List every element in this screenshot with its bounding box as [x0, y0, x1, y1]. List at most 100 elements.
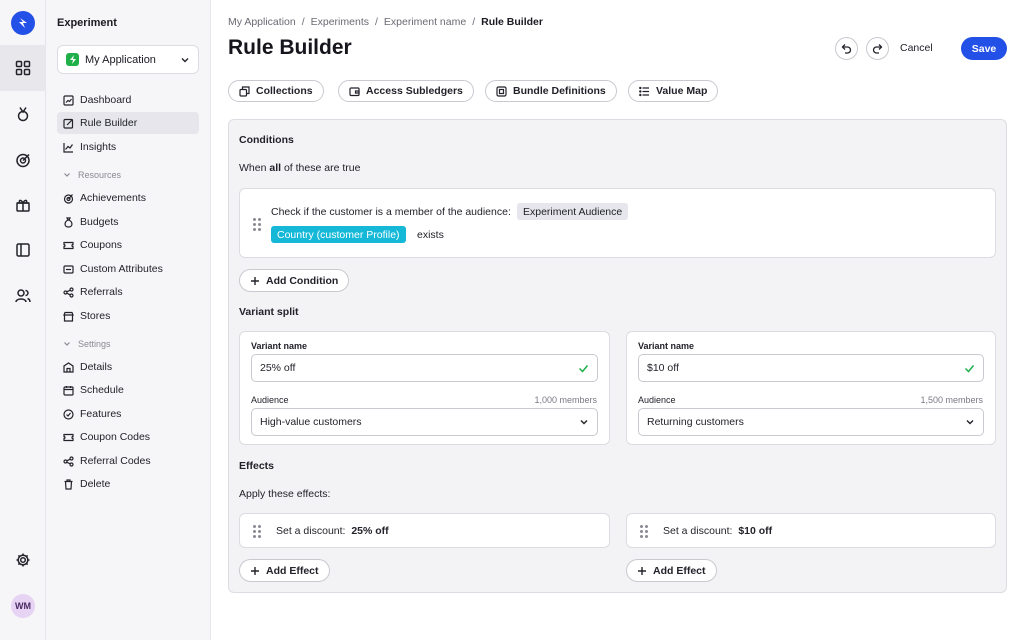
sidebar-item-referrals[interactable]: Referrals — [57, 281, 199, 303]
avatar[interactable]: WM — [11, 594, 35, 618]
section-resources[interactable]: Resources — [63, 170, 121, 180]
chart-line-icon — [63, 142, 73, 153]
effect-card: Set a discount: 25% off — [239, 513, 610, 548]
audience-select[interactable]: Returning customers — [638, 408, 984, 436]
condition-operator: exists — [417, 229, 444, 241]
sidebar-item-insights[interactable]: Insights — [57, 136, 199, 158]
breadcrumb: My Application / Experiments / Experimen… — [228, 16, 543, 28]
sidebar-item-label: Rule Builder — [80, 117, 138, 129]
attribute-tag[interactable]: Country (customer Profile) — [271, 226, 406, 243]
sidebar-item-coupons[interactable]: Coupons — [57, 234, 199, 256]
sidebar-item-label: Features — [80, 408, 122, 420]
gift-icon[interactable] — [0, 182, 46, 228]
breadcrumb-link[interactable]: My Application — [228, 16, 296, 28]
undo-button[interactable] — [835, 37, 858, 60]
users-icon[interactable] — [0, 273, 46, 319]
share-icon — [63, 286, 74, 298]
sidebar-item-achievements[interactable]: Achievements — [57, 187, 199, 209]
medal-icon[interactable] — [0, 91, 46, 137]
collections-button[interactable]: Collections — [228, 80, 324, 102]
apps-grid-icon[interactable] — [0, 45, 46, 91]
sidebar-item-label: Custom Attributes — [80, 263, 163, 275]
effect-text: Set a discount: 25% off — [276, 525, 389, 537]
check-icon — [578, 364, 589, 373]
sidebar-item-stores[interactable]: Stores — [57, 305, 199, 327]
achievement-icon — [63, 193, 74, 204]
audience-label: Audience — [251, 395, 289, 405]
condition-card: Check if the customer is a member of the… — [239, 188, 996, 258]
page-title: Rule Builder — [228, 36, 352, 59]
effect-card: Set a discount: $10 off — [626, 513, 996, 548]
store-icon — [63, 311, 74, 322]
breadcrumb-current: Rule Builder — [481, 16, 543, 28]
breadcrumb-link[interactable]: Experiments — [311, 16, 369, 28]
variant-split-heading: Variant split — [239, 306, 299, 318]
variant-card: Variant name 25% off Audience 1,000 memb… — [239, 331, 610, 445]
drag-handle-icon[interactable] — [253, 525, 261, 538]
value-map-button[interactable]: Value Map — [628, 80, 719, 102]
chevron-down-icon — [64, 342, 70, 346]
sidebar-item-dashboard[interactable]: Dashboard — [57, 89, 199, 111]
redo-button[interactable] — [866, 37, 889, 60]
add-effect-button[interactable]: Add Effect — [239, 559, 330, 582]
add-condition-button[interactable]: Add Condition — [239, 269, 350, 292]
sidebar-item-referral-codes[interactable]: Referral Codes — [57, 450, 199, 472]
conditions-when-text: When all of these are true — [239, 162, 361, 174]
application-select[interactable]: My Application — [57, 45, 199, 74]
sidebar-item-label: Stores — [80, 310, 111, 322]
conditions-heading: Conditions — [239, 134, 294, 146]
bundle-definitions-button[interactable]: Bundle Definitions — [485, 80, 617, 102]
sidebar-item-coupon-codes[interactable]: Coupon Codes — [57, 426, 199, 448]
variant-name-input[interactable]: 25% off — [251, 354, 598, 382]
sidebar-item-schedule[interactable]: Schedule — [57, 379, 199, 401]
breadcrumb-link[interactable]: Experiment name — [384, 16, 466, 28]
dashboard-icon — [63, 94, 74, 106]
section-settings[interactable]: Settings — [63, 339, 111, 349]
value-map-label: Value Map — [656, 85, 708, 97]
bolt-icon — [66, 53, 79, 66]
list-icon — [639, 86, 649, 96]
sidebar-item-budgets[interactable]: Budgets — [57, 211, 199, 233]
access-subledgers-button[interactable]: Access Subledgers — [338, 80, 474, 102]
sidebar-item-label: Schedule — [80, 384, 124, 396]
logo-icon[interactable] — [11, 11, 35, 35]
sidebar-title: Experiment — [57, 17, 117, 29]
section-label: Settings — [78, 339, 111, 349]
sidebar-item-features[interactable]: Features — [57, 403, 199, 425]
sidebar-item-label: Delete — [80, 478, 111, 490]
audience-select[interactable]: High-value customers — [251, 408, 598, 436]
money-bag-icon — [64, 216, 73, 228]
target-icon[interactable] — [0, 137, 46, 183]
audience-select-value: High-value customers — [260, 416, 362, 428]
sidebar-item-label: Dashboard — [80, 94, 132, 106]
coupon-icon — [63, 433, 74, 441]
book-icon[interactable] — [0, 227, 46, 273]
sidebar-item-rule-builder[interactable]: Rule Builder — [57, 112, 199, 134]
application-select-value: My Application — [85, 53, 156, 66]
settings-gear-icon[interactable] — [0, 537, 46, 583]
cancel-button[interactable]: Cancel — [900, 42, 933, 54]
variant-name-input[interactable]: $10 off — [638, 354, 984, 382]
effect-text: Set a discount: $10 off — [663, 525, 773, 537]
add-effect-button[interactable]: Add Effect — [626, 559, 717, 582]
undo-icon — [841, 44, 852, 54]
drag-handle-icon[interactable] — [640, 525, 648, 538]
sidebar-item-details[interactable]: Details — [57, 356, 199, 378]
variant-name-value: 25% off — [260, 362, 296, 374]
collections-label: Collections — [256, 85, 313, 97]
save-button[interactable]: Save — [961, 37, 1007, 60]
breadcrumb-separator: / — [374, 16, 378, 28]
sidebar-item-custom-attributes[interactable]: Custom Attributes — [57, 258, 199, 280]
chevron-down-icon — [580, 420, 588, 425]
sidebar: Experiment My Application Dashboard Rule… — [46, 0, 211, 640]
sidebar-item-label: Budgets — [80, 216, 119, 228]
audience-tag[interactable]: Experiment Audience — [517, 203, 629, 220]
sidebar-item-label: Referral Codes — [80, 455, 151, 467]
sidebar-item-delete[interactable]: Delete — [57, 473, 199, 495]
attribute-icon — [63, 264, 74, 274]
edit-icon — [63, 118, 74, 129]
add-effect-label: Add Effect — [653, 564, 706, 577]
sidebar-item-label: Achievements — [80, 192, 146, 204]
breadcrumb-separator: / — [301, 16, 305, 28]
drag-handle-icon[interactable] — [253, 218, 261, 231]
